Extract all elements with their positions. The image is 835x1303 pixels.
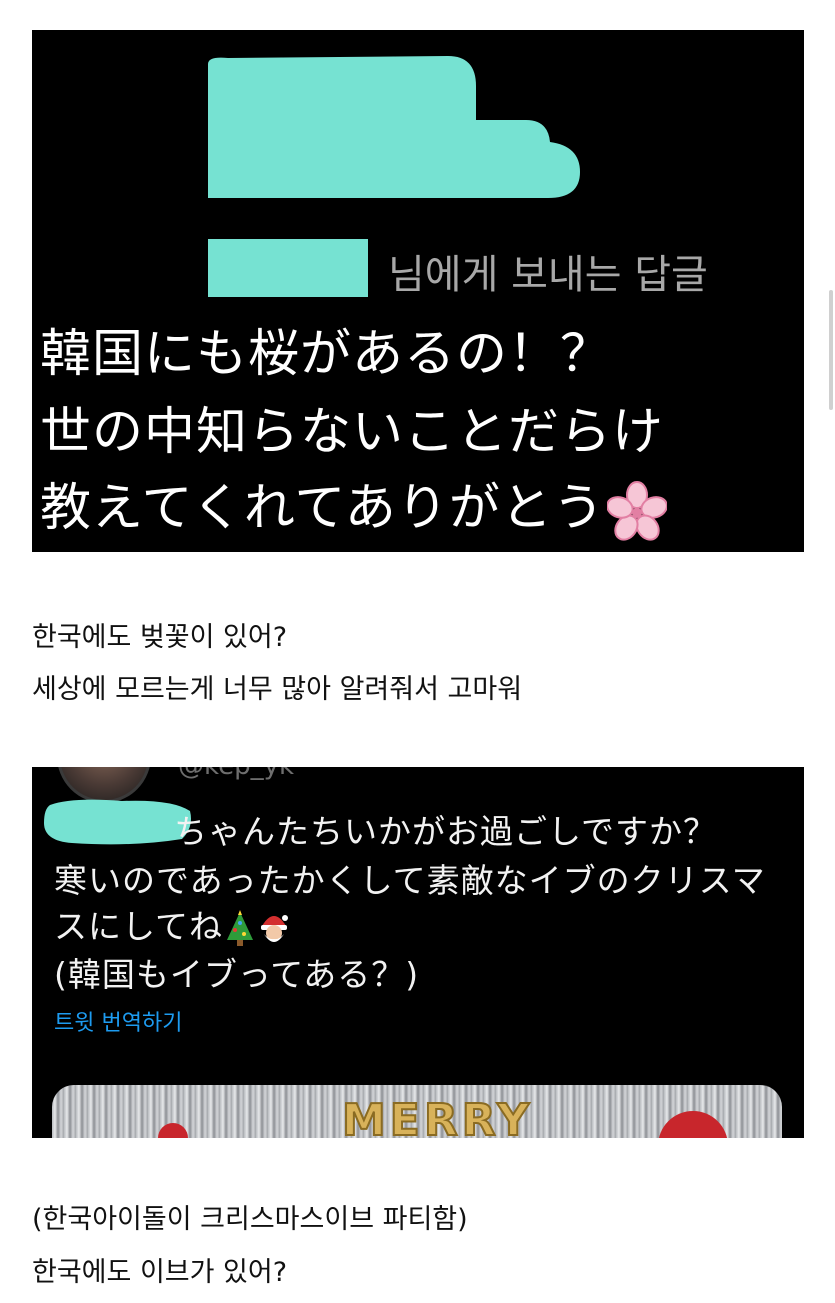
ornament [158,1123,188,1138]
translate-tweet-link[interactable]: 트윗 번역하기 [54,1005,182,1037]
jp-text: 教えてくれてありがとう [40,479,605,538]
tweet-text: スにしてね [54,907,224,946]
jp-text-line: 韓国にも桜があるの！？ [40,325,613,384]
tweet-text-line: (韓国もイブってある？) [54,955,420,994]
tweet-text-line: 寒いのであったかくして素敵なイブのクリスマ [54,861,766,900]
caption-line: (한국아이돌이 크리스마스이브 파티함) [32,1204,468,1235]
caption-line: 세상에 모르는게 너무 많아 알려줘서 고마워 [32,674,523,705]
redaction-blob [44,799,191,845]
santa-hat [658,1111,728,1138]
balloon-letters: MERRY [341,1094,534,1138]
redaction-bar [208,239,368,297]
christmas-tree-icon [227,909,254,946]
tweet-screenshot: @kep_yk ちゃんたちいかがお過ごしですか？ 寒いのであったかくして素敵なイ… [32,767,804,1138]
redaction-blob [208,56,580,198]
tweet-text-line: ちゃんたちいかがお過ごしですか？ [174,812,718,851]
tweet-text-line-emoji: スにしてね [54,900,291,948]
reply-to-label: 님에게 보내는 답글 [388,252,708,298]
user-handle: @kep_yk [178,767,294,781]
jp-text-line: 世の中知らないことだらけ [40,403,665,462]
caption-line: 한국에도 벚꽃이 있어? [32,622,288,653]
tweet-photo[interactable]: MERRY [52,1085,782,1138]
reply-screenshot: 님에게 보내는 답글 韓国にも桜があるの！？ 世の中知らないことだらけ 教えてく… [32,30,804,552]
caption-line: 한국에도 이브가 있어? [32,1257,288,1288]
cherry-blossom-icon [606,481,667,541]
scrollbar[interactable] [829,290,833,410]
santa-icon [261,914,289,942]
jp-text-line-last: 教えてくれてありがとう [40,466,667,541]
